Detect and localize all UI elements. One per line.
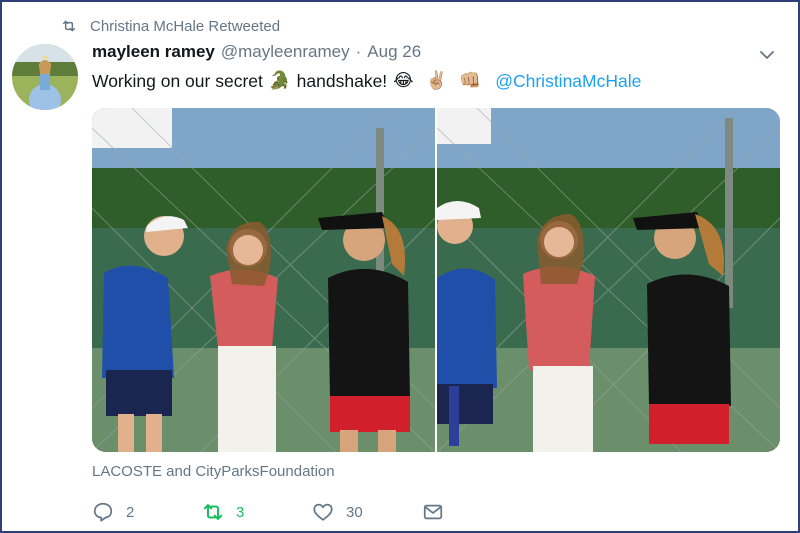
author-name[interactable]: mayleen ramey	[92, 42, 215, 62]
mention-link[interactable]: @ChristinaMcHale	[495, 71, 641, 92]
tweet-text: Working on our secret 🐊 handshake! 😂 ✌🏼 …	[92, 68, 641, 94]
retweet-button[interactable]: 3	[202, 501, 312, 523]
fist-bump-emoji: 👊🏼	[459, 70, 482, 91]
retweet-icon	[62, 20, 76, 32]
header-separator: ·	[355, 42, 362, 61]
tweet-text-end: handshake!	[296, 70, 388, 91]
retweet-count: 3	[236, 503, 245, 521]
like-icon	[313, 503, 333, 521]
tweet-text-start: Working on our secret	[92, 70, 263, 91]
reply-button[interactable]: 2	[92, 501, 202, 523]
tweet-header: mayleen ramey @mayleenramey · Aug 26	[92, 42, 421, 66]
direct-message-icon	[423, 504, 443, 520]
victory-hand-emoji: ✌🏼	[425, 70, 448, 91]
like-count: 30	[346, 503, 363, 521]
media-credit[interactable]: LACOSTE and CityParksFoundation	[92, 463, 335, 480]
avatar[interactable]	[12, 44, 78, 110]
tweet-media	[92, 108, 780, 452]
tweet-actions: 2 3 30	[92, 499, 452, 525]
direct-message-button[interactable]	[422, 501, 452, 523]
author-handle[interactable]: @mayleenramey	[221, 42, 350, 62]
reply-icon	[93, 502, 113, 522]
crocodile-emoji: 🐊	[268, 70, 291, 91]
retweet-context[interactable]: Christina McHale Retweeted	[60, 16, 280, 36]
laughing-emoji: 😂	[393, 70, 414, 91]
tweet-photo-2[interactable]	[437, 108, 780, 452]
chevron-down-icon[interactable]	[758, 46, 776, 64]
tweet-frame: Christina McHale Retweeted mayleen ramey…	[0, 0, 800, 533]
reply-count: 2	[126, 503, 135, 521]
like-button[interactable]: 30	[312, 501, 422, 523]
retweet-icon	[203, 504, 223, 520]
retweeted-by-text[interactable]: Christina McHale Retweeted	[90, 18, 280, 35]
tweet-date[interactable]: Aug 26	[367, 42, 421, 62]
tweet-photo-1[interactable]	[92, 108, 435, 452]
